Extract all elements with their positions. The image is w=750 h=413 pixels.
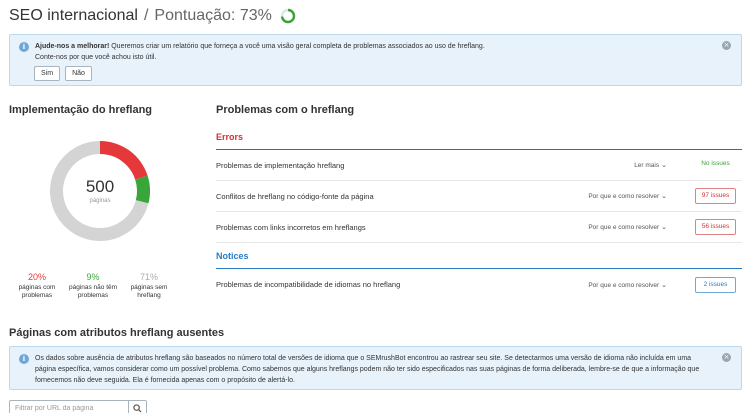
feedback-bold: Ajude-nos a melhorar!: [35, 43, 110, 50]
feedback-text: Ajude-nos a melhorar! Queremos criar um …: [35, 41, 711, 63]
problem-row: Conflitos de hreflang no código-fonte da…: [216, 181, 742, 212]
how-to-fix-link[interactable]: Por que e como resolver ⌄: [588, 223, 667, 231]
how-to-fix-link[interactable]: Por que e como resolver ⌄: [588, 281, 667, 289]
feedback-question: Conte-nos por que você achou isto útil.: [35, 54, 157, 61]
no-button[interactable]: Não: [65, 66, 92, 81]
problem-row: Problemas de implementação hreflang Ler …: [216, 150, 742, 181]
stat-label: páginas não têm problemas: [68, 284, 118, 299]
issues-button[interactable]: 2 issues: [695, 276, 736, 293]
errors-header: Errors: [216, 130, 742, 150]
yes-button[interactable]: Sim: [34, 66, 61, 81]
issues-button[interactable]: 56 issues: [695, 219, 736, 235]
chevron-down-icon: ⌄: [661, 162, 667, 169]
chevron-down-icon: ⌄: [661, 224, 667, 231]
close-icon[interactable]: ×: [722, 41, 731, 50]
page-header: SEO internacional / Pontuação: 73%: [9, 4, 296, 28]
stat-with-problems: 20% páginas com problemas: [9, 272, 65, 300]
problems-title: Problemas com o hreflang: [216, 104, 355, 116]
stat-pct: 20%: [27, 272, 46, 282]
implementation-stats: 20% páginas com problemas 9% páginas não…: [9, 272, 179, 300]
close-icon[interactable]: ×: [722, 353, 731, 362]
stat-pct: 9%: [86, 272, 100, 282]
missing-info-text: Os dados sobre ausência de atributos hre…: [35, 355, 700, 384]
feedback-banner: i Ajude-nos a melhorar! Queremos criar u…: [9, 34, 742, 86]
implementation-title: Implementação do hreflang: [9, 104, 153, 116]
url-filter-input[interactable]: [10, 401, 128, 413]
issues-button[interactable]: 97 issues: [695, 188, 736, 204]
problem-row: Problemas com links incorretos em hrefla…: [216, 212, 742, 243]
stat-label: páginas sem hreflang: [130, 284, 168, 299]
read-more-link[interactable]: Ler mais ⌄: [634, 161, 667, 169]
stat-pct: 71%: [139, 272, 158, 282]
how-to-fix-link[interactable]: Por que e como resolver ⌄: [588, 192, 667, 200]
info-icon: i: [19, 42, 29, 52]
title-separator: /: [143, 7, 149, 24]
missing-title: Páginas com atributos hreflang ausentes: [9, 327, 225, 339]
missing-info-banner: i Os dados sobre ausência de atributos h…: [9, 346, 742, 390]
page-title: SEO internacional: [9, 7, 138, 24]
problems-list: Errors Problemas de implementação hrefla…: [216, 130, 742, 300]
implementation-donut: 500 páginas: [43, 134, 157, 248]
url-filter: [9, 400, 147, 413]
donut-total: 500: [85, 177, 115, 196]
problem-row: Problemas de incompatibilidade de idioma…: [216, 269, 742, 300]
stat-label: páginas com problemas: [18, 284, 56, 299]
search-button[interactable]: [128, 401, 146, 413]
issues-badge: No issues: [701, 160, 730, 167]
chevron-down-icon: ⌄: [661, 193, 667, 200]
score-ring-icon: [280, 8, 296, 24]
chevron-down-icon: ⌄: [661, 281, 667, 289]
donut-total-label: páginas: [89, 198, 111, 204]
feedback-body: Queremos criar um relatório que forneça …: [109, 43, 485, 50]
notices-header: Notices: [216, 249, 742, 269]
stat-no-problems: 9% páginas não têm problemas: [65, 272, 121, 300]
stat-no-hreflang: 71% páginas sem hreflang: [121, 272, 177, 300]
score-label: Pontuação: 73%: [154, 7, 272, 24]
donut-center: 500 páginas: [43, 177, 157, 204]
search-icon: [133, 403, 142, 413]
donut-segment-problems: [100, 141, 148, 180]
info-icon: i: [19, 354, 29, 364]
feedback-buttons: Sim Não: [34, 66, 92, 81]
